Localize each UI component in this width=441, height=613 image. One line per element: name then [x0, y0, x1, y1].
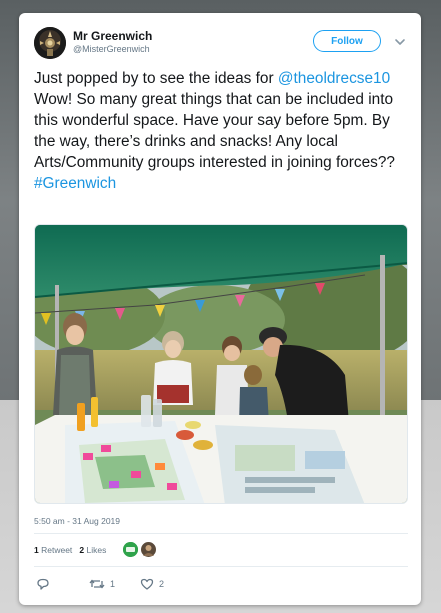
divider: [34, 566, 408, 567]
like-action-count: 2: [159, 579, 165, 589]
heart-icon: [140, 577, 154, 591]
retweet-count[interactable]: 1: [34, 545, 39, 555]
like-label[interactable]: Likes: [87, 545, 107, 555]
retweet-action-count: 1: [110, 579, 116, 589]
reply-button[interactable]: [36, 577, 50, 591]
liker-avatar[interactable]: [123, 542, 138, 557]
hashtag-link[interactable]: #Greenwich: [34, 175, 116, 192]
tweet-text: Just popped by to see the ideas for @the…: [34, 68, 408, 194]
like-count[interactable]: 2: [79, 545, 84, 555]
chevron-down-icon[interactable]: [394, 35, 406, 47]
retweet-icon: [89, 577, 105, 591]
reply-icon: [36, 577, 50, 591]
retweet-label[interactable]: Retweet: [41, 545, 72, 555]
divider: [34, 533, 408, 534]
like-button[interactable]: 2: [140, 577, 164, 591]
tweet-photo[interactable]: [34, 224, 408, 504]
mention-link[interactable]: @theoldrecse10: [278, 70, 390, 87]
user-handle[interactable]: @MisterGreenwich: [73, 44, 150, 54]
tweet-card: Mr Greenwich @MisterGreenwich Follow Jus…: [19, 13, 421, 605]
tweet-text-part: Wow! So many great things that can be in…: [34, 91, 395, 171]
liker-avatar[interactable]: [141, 542, 156, 557]
retweet-button[interactable]: 1: [89, 577, 115, 591]
follow-button[interactable]: Follow: [313, 30, 381, 52]
tweet-text-part: Just popped by to see the ideas for: [34, 70, 278, 87]
display-name[interactable]: Mr Greenwich: [73, 29, 152, 43]
engagement-stats: 1 Retweet 2 Likes: [34, 545, 106, 555]
tweet-timestamp[interactable]: 5:50 am - 31 Aug 2019: [34, 516, 120, 526]
avatar[interactable]: [34, 27, 66, 59]
